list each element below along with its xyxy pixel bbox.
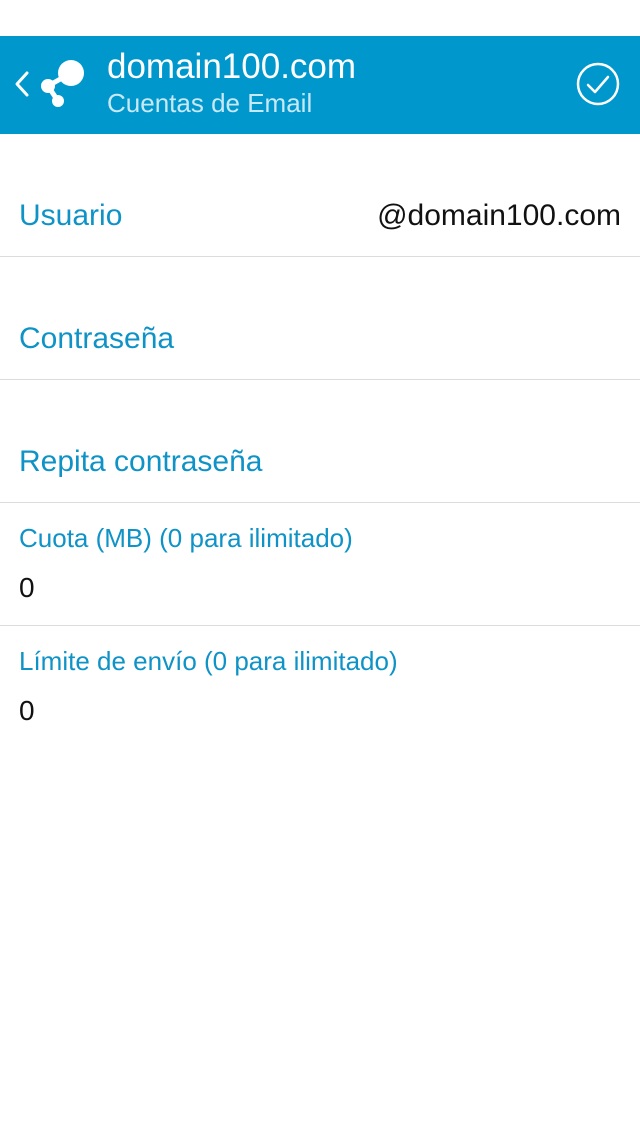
password-row: Contraseña <box>0 257 640 380</box>
confirm-button[interactable] <box>574 60 622 108</box>
back-button[interactable] <box>8 66 36 102</box>
status-bar <box>0 0 640 36</box>
repeat-password-label: Repita contraseña <box>19 445 263 478</box>
quota-field[interactable] <box>19 571 619 605</box>
check-circle-icon <box>576 62 620 106</box>
app-bar: domain100.com Cuentas de Email <box>0 36 640 134</box>
send-limit-row: Límite de envío (0 para ilimitado) <box>0 626 640 749</box>
quota-row: Cuota (MB) (0 para ilimitado) <box>0 503 640 626</box>
user-field[interactable]: @domain100.com <box>321 198 621 234</box>
page-title: domain100.com <box>107 47 357 86</box>
send-limit-label: Límite de envío (0 para ilimitado) <box>19 646 398 676</box>
email-account-form: Usuario @domain100.com Contraseña Repita… <box>0 134 640 749</box>
quota-label: Cuota (MB) (0 para ilimitado) <box>19 523 353 553</box>
user-row: Usuario @domain100.com <box>0 134 640 257</box>
password-field[interactable] <box>300 321 620 357</box>
repeat-password-row: Repita contraseña <box>0 380 640 503</box>
password-label: Contraseña <box>19 322 175 355</box>
repeat-password-field[interactable] <box>300 444 620 480</box>
title-block: domain100.com Cuentas de Email <box>107 46 356 118</box>
user-label: Usuario <box>19 199 123 232</box>
page-subtitle: Cuentas de Email <box>107 88 313 118</box>
chevron-left-icon <box>15 71 29 97</box>
send-limit-field[interactable] <box>19 694 619 728</box>
share-logo-icon <box>41 60 84 107</box>
